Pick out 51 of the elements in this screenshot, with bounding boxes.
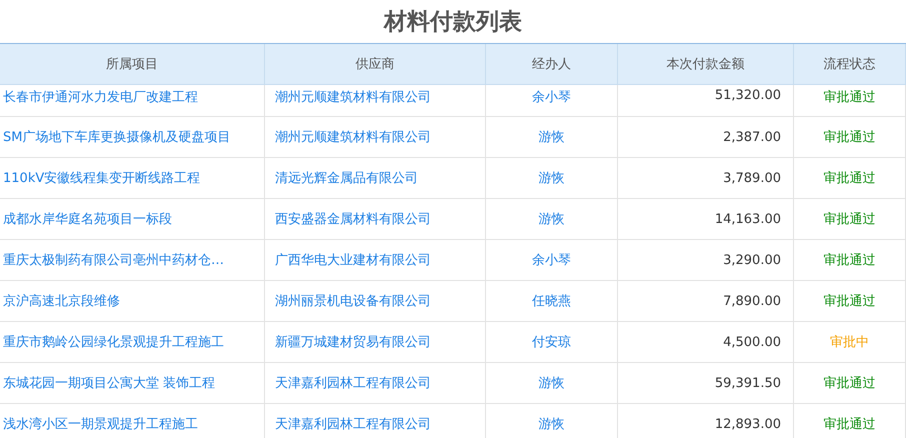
status-text: 审批通过 <box>824 211 876 228</box>
column-header: 本次付款金额 <box>618 44 794 84</box>
handler-link[interactable]: 余小琴 <box>532 251 571 269</box>
supplier-link[interactable]: 清远光辉金属品有限公司 <box>275 169 418 187</box>
supplier-link[interactable]: 湖州丽景机电设备有限公司 <box>275 292 431 310</box>
status-text: 审批中 <box>830 334 869 351</box>
amount-cell: 51,320.00 <box>714 88 781 103</box>
project-link[interactable]: 京沪高速北京段维修 <box>3 292 120 310</box>
supplier-link[interactable]: 天津嘉利园林工程有限公司 <box>275 374 431 392</box>
amount-cell: 2,387.00 <box>723 130 781 144</box>
status-text: 审批通过 <box>824 252 876 269</box>
supplier-link[interactable]: 天津嘉利园林工程有限公司 <box>275 415 431 433</box>
amount-cell: 14,163.00 <box>714 212 781 226</box>
column-header: 供应商 <box>265 44 486 84</box>
supplier-link[interactable]: 潮州元顺建筑材料有限公司 <box>275 128 431 146</box>
project-link[interactable]: 110kV安徽线程集变开断线路工程 <box>3 169 200 187</box>
handler-link[interactable]: 余小琴 <box>532 88 571 106</box>
handler-link[interactable]: 游恢 <box>538 128 564 146</box>
project-link[interactable]: 成都水岸华庭名苑项目一标段 <box>3 210 172 228</box>
amount-cell: 12,893.00 <box>714 416 781 432</box>
supplier-link[interactable]: 潮州元顺建筑材料有限公司 <box>275 88 431 106</box>
supplier-link[interactable]: 西安盛器金属材料有限公司 <box>275 210 431 228</box>
handler-link[interactable]: 付安琼 <box>532 333 571 351</box>
handler-link[interactable]: 游恢 <box>538 374 564 392</box>
project-link[interactable]: SM广场地下车库更换摄像机及硬盘项目 <box>3 128 230 146</box>
handler-link[interactable]: 游恢 <box>538 210 564 228</box>
status-text: 审批通过 <box>824 293 876 310</box>
project-link[interactable]: 东城花园一期项目公寓大堂 装饰工程 <box>3 374 216 392</box>
amount-cell: 7,890.00 <box>723 294 781 308</box>
status-text: 审批通过 <box>824 170 876 187</box>
supplier-link[interactable]: 新疆万城建材贸易有限公司 <box>275 333 431 351</box>
supplier-link[interactable]: 广西华电大业建材有限公司 <box>275 251 431 269</box>
column-header: 流程状态 <box>794 44 906 84</box>
handler-link[interactable]: 任晓燕 <box>532 292 571 310</box>
project-link[interactable]: 重庆市鹅岭公园绿化景观提升工程施工 <box>3 333 224 351</box>
project-link[interactable]: 重庆太极制药有限公司亳州中药材仓… <box>3 251 224 269</box>
amount-cell: 59,391.50 <box>714 376 781 390</box>
handler-link[interactable]: 游恢 <box>538 169 564 187</box>
amount-cell: 3,290.00 <box>723 252 781 268</box>
amount-cell: 3,789.00 <box>723 170 781 186</box>
page-title: 材料付款列表 <box>382 8 523 37</box>
amount-cell: 4,500.00 <box>723 334 781 350</box>
status-text: 审批通过 <box>824 129 876 146</box>
handler-link[interactable]: 游恢 <box>538 415 564 433</box>
status-text: 审批通过 <box>824 416 876 433</box>
project-link[interactable]: 浅水湾小区一期景观提升工程施工 <box>3 415 198 433</box>
column-header: 经办人 <box>486 44 618 84</box>
status-text: 审批通过 <box>824 89 876 106</box>
column-header: 所属项目 <box>0 44 265 84</box>
status-text: 审批通过 <box>824 375 876 392</box>
project-link[interactable]: 长春市伊通河水力发电厂改建工程 <box>3 88 198 106</box>
